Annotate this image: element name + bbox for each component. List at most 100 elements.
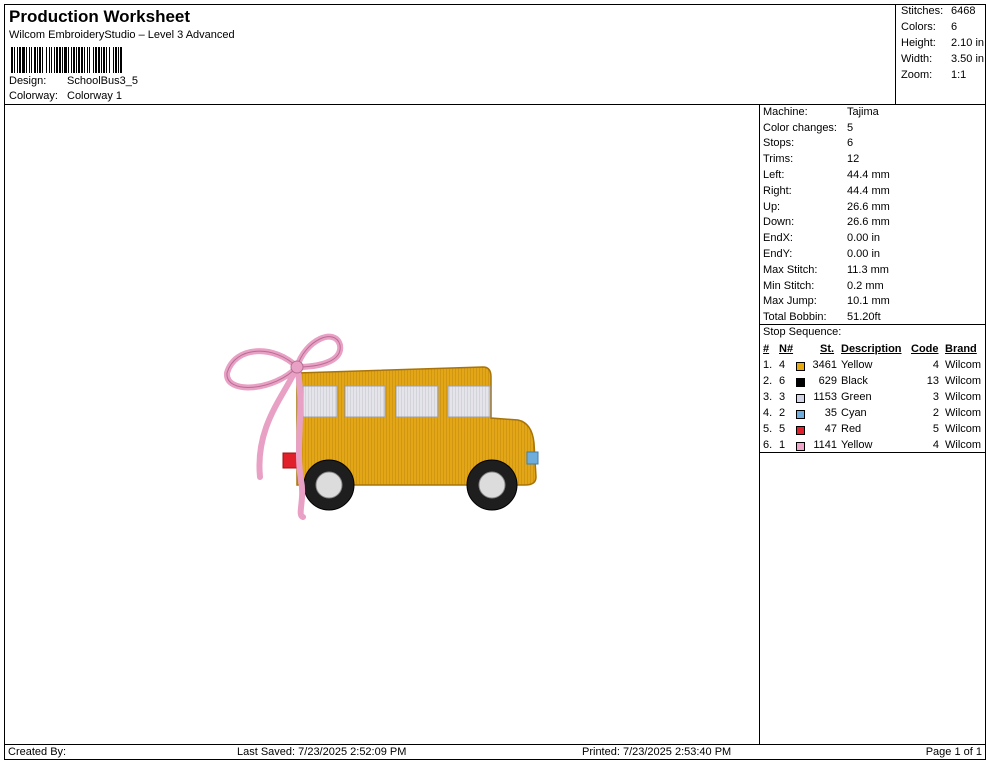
- info-row: Trims: 12: [763, 153, 859, 165]
- info-value: 12: [847, 153, 860, 165]
- row-description: Red: [841, 423, 862, 435]
- summary-label: Zoom:: [901, 69, 933, 81]
- color-swatch: [796, 426, 805, 435]
- row-code: 2: [932, 407, 939, 419]
- design-label: Design:: [9, 75, 47, 87]
- color-swatch: [796, 378, 805, 387]
- colorway-value: Colorway 1: [67, 90, 123, 102]
- info-value: 44.4 mm: [847, 169, 890, 181]
- row-index: 2.: [763, 375, 773, 387]
- row-description: Black: [841, 375, 868, 387]
- info-row: Right: 44.4 mm: [763, 185, 890, 197]
- row-description: Green: [841, 391, 872, 403]
- info-row: Machine: Tajima: [763, 106, 879, 118]
- row-description: Yellow: [841, 439, 873, 451]
- design-preview-canvas: [4, 104, 760, 745]
- row-code: 5: [932, 423, 939, 435]
- summary-row: Width: 3.50 in: [901, 53, 984, 65]
- page-number: Page 1 of 1: [925, 746, 982, 758]
- software-subtitle: Wilcom EmbroideryStudio – Level 3 Advanc…: [9, 29, 235, 41]
- info-row: Up: 26.6 mm: [763, 201, 890, 213]
- design-info-panel: Machine: Tajima Color changes: 5 Stops: 6 T…: [759, 104, 986, 745]
- info-label: Up:: [763, 201, 781, 213]
- row-stitches: 3461: [812, 359, 837, 371]
- info-value: 0.00 in: [847, 248, 881, 260]
- row-needle: 2: [779, 407, 786, 419]
- color-swatch: [796, 442, 805, 451]
- row-index: 3.: [763, 391, 773, 403]
- row-code: 4: [932, 359, 939, 371]
- info-label: EndY:: [763, 248, 793, 260]
- row-description: Yellow: [841, 359, 873, 371]
- info-value: 11.3 mm: [847, 264, 889, 276]
- info-value: 5: [847, 122, 854, 134]
- info-value: 0.00 in: [847, 232, 881, 244]
- summary-row: Height: 2.10 in: [901, 37, 984, 49]
- row-stitches: 1153: [813, 391, 837, 403]
- info-row: Max Jump: 10.1 mm: [763, 295, 890, 307]
- worksheet-footer: Created By: Last Saved: 7/23/2025 2:52:0…: [4, 744, 986, 760]
- info-label: Machine:: [763, 106, 808, 118]
- info-label: Left:: [763, 169, 785, 181]
- summary-value: 6468: [951, 5, 976, 17]
- color-swatch: [796, 362, 805, 371]
- summary-label: Stitches:: [901, 5, 944, 17]
- info-label: Min Stitch:: [763, 280, 815, 292]
- col-header-stitches: St.: [820, 343, 835, 355]
- row-needle: 3: [779, 391, 786, 403]
- info-value: 26.6 mm: [847, 216, 890, 228]
- summary-box: Stitches: 6468 Colors: 6 Height: 2.10 in Wi…: [895, 4, 987, 105]
- divider: [760, 452, 985, 453]
- row-index: 5.: [763, 423, 773, 435]
- printed-date: Printed: 7/23/2025 2:53:40 PM: [582, 746, 732, 758]
- color-swatch: [796, 394, 805, 403]
- info-row: EndY: 0.00 in: [763, 248, 880, 260]
- row-brand: Wilcom: [945, 375, 982, 387]
- row-needle: 4: [779, 359, 786, 371]
- row-code: 13: [926, 375, 939, 387]
- last-saved: Last Saved: 7/23/2025 2:52:09 PM: [237, 746, 407, 758]
- info-value: 0.2 mm: [847, 280, 884, 292]
- row-index: 1.: [763, 359, 773, 371]
- design-row: Design: SchoolBus3_5: [9, 75, 138, 87]
- info-label: Max Jump:: [763, 295, 817, 307]
- info-label: Trims:: [763, 153, 794, 165]
- summary-value: 3.50 in: [951, 53, 985, 65]
- row-code: 3: [932, 391, 939, 403]
- summary-label: Height:: [901, 37, 936, 49]
- row-stitches: 35: [824, 407, 837, 419]
- info-value: 51.20ft: [847, 311, 881, 323]
- info-row: Max Stitch: 11.3 mm: [763, 264, 889, 276]
- design-value: SchoolBus3_5: [67, 75, 138, 87]
- row-index: 6.: [763, 439, 773, 451]
- info-row: Color changes: 5: [763, 122, 853, 134]
- info-row: Min Stitch: 0.2 mm: [763, 280, 884, 292]
- col-header-description: Description: [841, 343, 902, 355]
- row-description: Cyan: [841, 407, 867, 419]
- info-row: Total Bobbin: 51.20ft: [763, 311, 881, 323]
- row-brand: Wilcom: [945, 359, 982, 371]
- row-code: 4: [932, 439, 939, 451]
- row-stitches: 629: [818, 375, 837, 387]
- info-value: 6: [847, 137, 854, 149]
- stop-sequence-title: Stop Sequence:: [763, 326, 842, 338]
- barcode: [11, 47, 122, 73]
- row-needle: 6: [779, 375, 786, 387]
- col-header-needle: N#: [779, 343, 794, 355]
- row-needle: 5: [779, 423, 786, 435]
- colorway-label: Colorway:: [9, 90, 58, 102]
- info-label: Total Bobbin:: [763, 311, 827, 323]
- info-label: Max Stitch:: [763, 264, 818, 276]
- color-swatch: [796, 410, 805, 419]
- info-label: Right:: [763, 185, 792, 197]
- row-stitches: 47: [824, 423, 837, 435]
- info-label: Down:: [763, 216, 795, 228]
- col-header-code: Code: [911, 343, 939, 355]
- school-bus-embroidery-image: [224, 333, 539, 520]
- summary-row: Zoom: 1:1: [901, 69, 966, 81]
- info-row: Left: 44.4 mm: [763, 169, 890, 181]
- col-header-brand: Brand: [945, 343, 977, 355]
- row-brand: Wilcom: [945, 439, 982, 451]
- created-by: Created By:: [8, 746, 67, 758]
- row-brand: Wilcom: [945, 423, 982, 435]
